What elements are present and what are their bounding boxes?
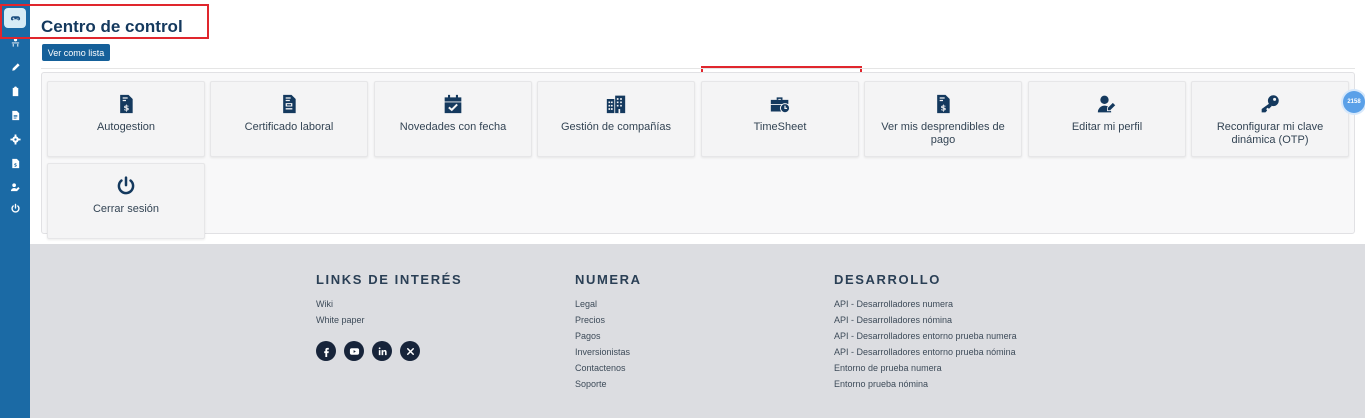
card-label: Editar mi perfil	[1071, 121, 1143, 133]
notification-bubble[interactable]: 2158	[1343, 91, 1365, 113]
calendar-check-icon	[444, 94, 462, 114]
sidebar: $	[0, 0, 30, 418]
card-reconfigurar-otp[interactable]: Reconfigurar mi clave dinámica (OTP)	[1191, 81, 1349, 157]
invoice-icon: $	[11, 158, 19, 168]
sidebar-item-logout[interactable]	[0, 198, 30, 218]
footer-heading: LINKS DE INTERÉS	[316, 272, 463, 287]
footer-heading: NUMERA	[575, 272, 642, 287]
footer-link[interactable]: Wiki	[316, 296, 462, 312]
card-label: Autogestion	[96, 121, 156, 133]
footer-link[interactable]: Contactenos	[575, 360, 642, 376]
sidebar-item-documents[interactable]	[0, 105, 30, 125]
footer-heading: DESARROLLO	[834, 272, 941, 287]
clipboard-icon	[12, 85, 18, 96]
linkedin-icon[interactable]	[372, 341, 392, 361]
file-form-icon	[283, 94, 296, 114]
social-links	[316, 341, 462, 361]
card-label: Cerrar sesión	[92, 203, 160, 215]
footer-link[interactable]: Inversionistas	[575, 344, 642, 360]
user-edit-icon	[1097, 95, 1117, 113]
footer-link[interactable]: Entorno de prueba numera	[834, 360, 1017, 376]
footer-link[interactable]: Precios	[575, 312, 642, 328]
card-label: TimeSheet	[753, 121, 807, 133]
footer-link[interactable]: API - Desarrolladores nómina	[834, 312, 1017, 328]
facebook-icon[interactable]	[316, 341, 336, 361]
pen-icon	[11, 62, 20, 71]
card-timesheet[interactable]: TimeSheet	[701, 81, 859, 157]
document-icon	[11, 110, 19, 120]
footer-column-desarrollo: DESARROLLO API - Desarrolladores numera …	[834, 272, 1017, 392]
buildings-icon	[606, 95, 626, 114]
svg-text:$: $	[124, 103, 130, 113]
card-label: Certificado laboral	[244, 121, 334, 133]
sidebar-item-settings[interactable]	[0, 129, 30, 149]
user-edit-icon	[10, 182, 20, 191]
briefcase-clock-icon	[770, 97, 790, 114]
card-certificado-laboral[interactable]: Certificado laboral	[210, 81, 368, 157]
sidebar-item-clipboard[interactable]	[0, 81, 30, 101]
footer-link[interactable]: White paper	[316, 312, 462, 328]
footer-link[interactable]: API - Desarrolladores entorno prueba num…	[834, 328, 1017, 344]
card-autogestion[interactable]: $ Autogestion	[47, 81, 205, 157]
card-label: Gestión de compañías	[560, 121, 672, 133]
key-icon	[1261, 95, 1279, 113]
card-label: Ver mis desprendibles de pago	[881, 121, 1005, 146]
x-icon[interactable]	[400, 341, 420, 361]
card-gestion-companias[interactable]: Gestión de compañías	[537, 81, 695, 157]
card-label: Novedades con fecha	[399, 121, 507, 133]
page-title: Centro de control	[41, 17, 183, 36]
sidebar-item-payroll[interactable]: $	[0, 153, 30, 173]
footer-link[interactable]: API - Desarrolladores entorno prueba nóm…	[834, 344, 1017, 360]
card-cerrar-sesion[interactable]: Cerrar sesión	[47, 163, 205, 239]
card-novedades[interactable]: Novedades con fecha	[374, 81, 532, 157]
power-icon	[117, 176, 135, 195]
footer-link[interactable]: API - Desarrolladores numera	[834, 296, 1017, 312]
footer-link[interactable]: Pagos	[575, 328, 642, 344]
footer-link[interactable]: Legal	[575, 296, 642, 312]
divider	[41, 68, 1355, 69]
footer-link[interactable]: Entorno prueba nómina	[834, 376, 1017, 392]
card-editar-perfil[interactable]: Editar mi perfil	[1028, 81, 1186, 157]
power-icon	[10, 203, 20, 213]
footer-column-links: LINKS DE INTERÉS Wiki White paper	[316, 272, 462, 361]
view-list-button[interactable]: Ver como lista	[42, 44, 110, 61]
invoice-dollar-icon: $	[937, 94, 950, 114]
card-label: Reconfigurar mi clave dinámica (OTP)	[1216, 121, 1324, 146]
sidebar-item-edit[interactable]	[0, 57, 30, 77]
sidebar-item-profile[interactable]	[0, 177, 30, 197]
footer-column-numera: NUMERA Legal Precios Pagos Inversionista…	[575, 272, 642, 392]
gear-icon	[9, 133, 21, 145]
svg-text:$: $	[941, 103, 947, 113]
footer-link[interactable]: Soporte	[575, 376, 642, 392]
invoice-dollar-icon: $	[120, 94, 133, 114]
footer: LINKS DE INTERÉS Wiki White paper NUMERA…	[30, 244, 1365, 418]
youtube-icon[interactable]	[344, 341, 364, 361]
card-desprendibles-pago[interactable]: $ Ver mis desprendibles de pago	[864, 81, 1022, 157]
svg-text:$: $	[13, 162, 16, 168]
